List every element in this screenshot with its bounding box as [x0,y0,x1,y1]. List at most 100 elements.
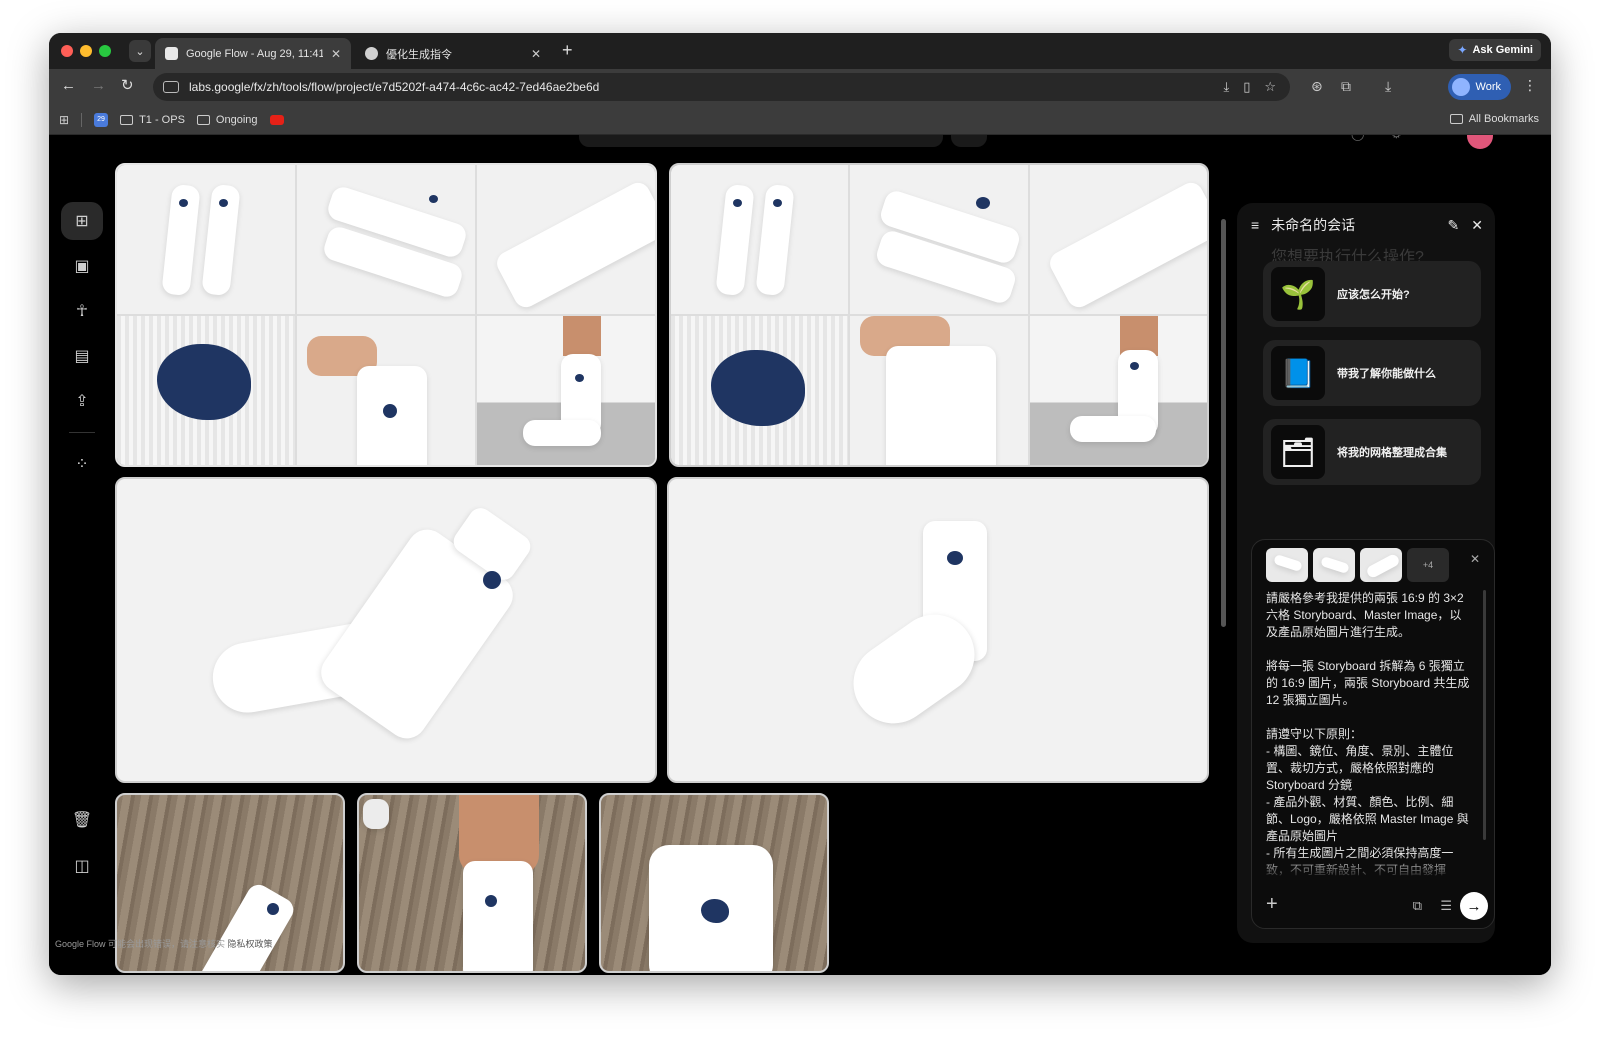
character-icon[interactable]: ☥ [61,292,103,330]
upload-folder-icon[interactable]: ⇪ [61,382,103,420]
downloads-icon[interactable]: ⤓ [1385,78,1391,95]
bookmark-ongoing[interactable]: Ongoing [196,113,258,126]
user-avatar[interactable] [1467,135,1493,149]
chat-menu-icon[interactable]: ≡ [1251,217,1259,233]
attachment-thumbnail[interactable] [1266,548,1308,582]
gemini-spark-icon: ✦ [1457,43,1468,57]
apps-grid-icon[interactable]: ⊞ [59,113,69,127]
prompt-fade [1266,856,1472,880]
reload-icon[interactable]: ↻ [121,77,134,95]
openai-icon [365,47,378,60]
suggestion-label: 带我了解你能做什么 [1337,368,1436,380]
url-text: labs.google/fx/zh/tools/flow/project/e7d… [189,80,600,94]
settings-icon[interactable]: ⚙ [1391,135,1402,141]
storyboard-thumbnail[interactable] [669,163,1209,467]
suggestion-get-started[interactable]: 🌱 应该怎么开始? [1263,261,1481,327]
image-cell [477,165,655,314]
image-cell [117,316,295,465]
bookmark-label: Ongoing [215,113,258,126]
reader-icon[interactable]: ▯ [1243,79,1250,95]
storyboard-thumbnail[interactable] [115,163,657,467]
prompt-textarea[interactable]: 請嚴格參考我提供的兩張 16:9 的 3×2 六格 Storyboard、Mas… [1266,590,1472,880]
prompt-scrollbar[interactable] [1483,590,1486,840]
close-window-button[interactable] [61,45,73,57]
suggestion-label: 将我的网格整理成合集 [1337,447,1447,459]
more-menu-icon[interactable]: ⋮ [1523,77,1537,94]
add-to-prompt-icon[interactable]: ⧉ [1413,898,1422,914]
send-button[interactable]: → [1460,892,1488,920]
attachments: +4 [1266,548,1449,582]
book-icon: 📘 [1271,346,1325,400]
extensions-icon[interactable]: ⧉ [1341,78,1351,95]
trash-icon[interactable]: 🗑 [61,801,103,839]
project-search-bar[interactable] [579,135,943,147]
settings-sliders-icon[interactable]: ☰ [1440,898,1452,914]
bookmark-star-icon[interactable]: ☆ [1264,79,1276,95]
grid-view-icon[interactable]: ⊞ [61,202,103,240]
tab-strip: ⌄ Google Flow - Aug 29, 11:41 / ✕ 優化生成指令… [49,33,1551,69]
maximize-window-button[interactable] [99,45,111,57]
ask-gemini-button[interactable]: ✦ Ask Gemini [1449,39,1541,61]
product-photo[interactable] [599,793,829,973]
extension-openai-icon[interactable]: ⊛ [1311,78,1323,95]
bookmark-t1-ops[interactable]: T1 - OPS [120,114,185,126]
profile-button[interactable]: Work [1447,74,1511,100]
attachment-thumbnail[interactable] [1313,548,1355,582]
youtube-icon[interactable] [269,114,284,125]
back-icon[interactable]: ← [61,77,76,95]
attachment-thumbnail[interactable] [1360,548,1402,582]
sparkle-grid-icon[interactable]: ⁘ [61,445,103,483]
tab-title: 優化生成指令 [386,48,452,61]
product-photo[interactable] [357,793,587,973]
header-button[interactable] [951,135,987,147]
image-cell [671,165,849,314]
address-bar[interactable]: labs.google/fx/zh/tools/flow/project/e7d… [153,73,1290,101]
image-cell [850,165,1028,314]
clear-attachments-icon[interactable]: ✕ [1470,552,1480,566]
image-cell [297,165,475,314]
folder-collection-icon: 🗂 [1271,425,1325,479]
minimize-window-button[interactable] [80,45,92,57]
suggestion-what-can-you-do[interactable]: 📘 带我了解你能做什么 [1263,340,1481,406]
grid-scrollbar[interactable] [1221,219,1226,627]
download-page-icon[interactable]: ⤓ [1223,79,1229,95]
site-settings-icon[interactable] [163,81,179,93]
generated-image[interactable] [667,477,1209,783]
footer-extra[interactable]: 隐私权政策 [228,939,273,949]
tab-title: Google Flow - Aug 29, 11:41 / [186,47,323,60]
all-bookmarks[interactable]: All Bookmarks [1449,113,1539,125]
close-tab-icon[interactable]: ✕ [331,47,341,61]
all-bookmarks-label: All Bookmarks [1468,113,1539,125]
close-tab-icon[interactable]: ✕ [531,47,541,61]
tab-google-flow[interactable]: Google Flow - Aug 29, 11:41 / ✕ [155,38,351,69]
footer-disclaimer: Google Flow 可能会出现错误，请注意核实 隐私权政策 [55,937,273,950]
image-cell [477,316,655,465]
chat-title: 未命名的会话 [1271,217,1356,233]
image-cell [671,316,849,465]
new-chat-icon[interactable]: ✎ [1448,217,1460,234]
close-icon[interactable]: ✕ [1471,217,1483,234]
add-icon[interactable]: + [1266,893,1278,916]
attachments-more[interactable]: +4 [1407,548,1449,582]
browser-toolbar: ← → ↻ labs.google/fx/zh/tools/flow/proje… [49,69,1551,105]
image-icon[interactable]: ▣ [61,247,103,285]
folder-icon [1449,114,1463,124]
tab-search-chevron-icon[interactable]: ⌄ [129,40,151,62]
generated-image[interactable] [115,477,657,783]
panel-toggle-icon[interactable]: ◫ [61,847,103,885]
divider [69,432,95,433]
new-tab-icon[interactable]: + [562,41,573,59]
forward-icon[interactable]: → [91,77,106,95]
help-icon[interactable]: ◯ [1351,135,1364,141]
tab-optimize-prompt[interactable]: 優化生成指令 ✕ [355,38,551,69]
bookmarks-bar: ⊞ 29 T1 - OPS Ongoing All Bookmarks [49,105,1551,135]
calendar-icon[interactable]: 29 [94,112,109,127]
scene-clapper-icon[interactable]: ▤ [61,337,103,375]
browser-window: ⌄ Google Flow - Aug 29, 11:41 / ✕ 優化生成指令… [49,33,1551,975]
image-cell [117,165,295,314]
seedling-icon: 🌱 [1271,267,1325,321]
divider [81,112,83,127]
suggestion-organize-collection[interactable]: 🗂 将我的网格整理成合集 [1263,419,1481,485]
flow-app: ◯ ⚙ ⊞ ▣ ☥ ▤ ⇪ ⁘ 🗑 ◫ [49,135,1551,975]
footer-text: Google Flow 可能会出现错误，请注意核实 [55,939,226,949]
